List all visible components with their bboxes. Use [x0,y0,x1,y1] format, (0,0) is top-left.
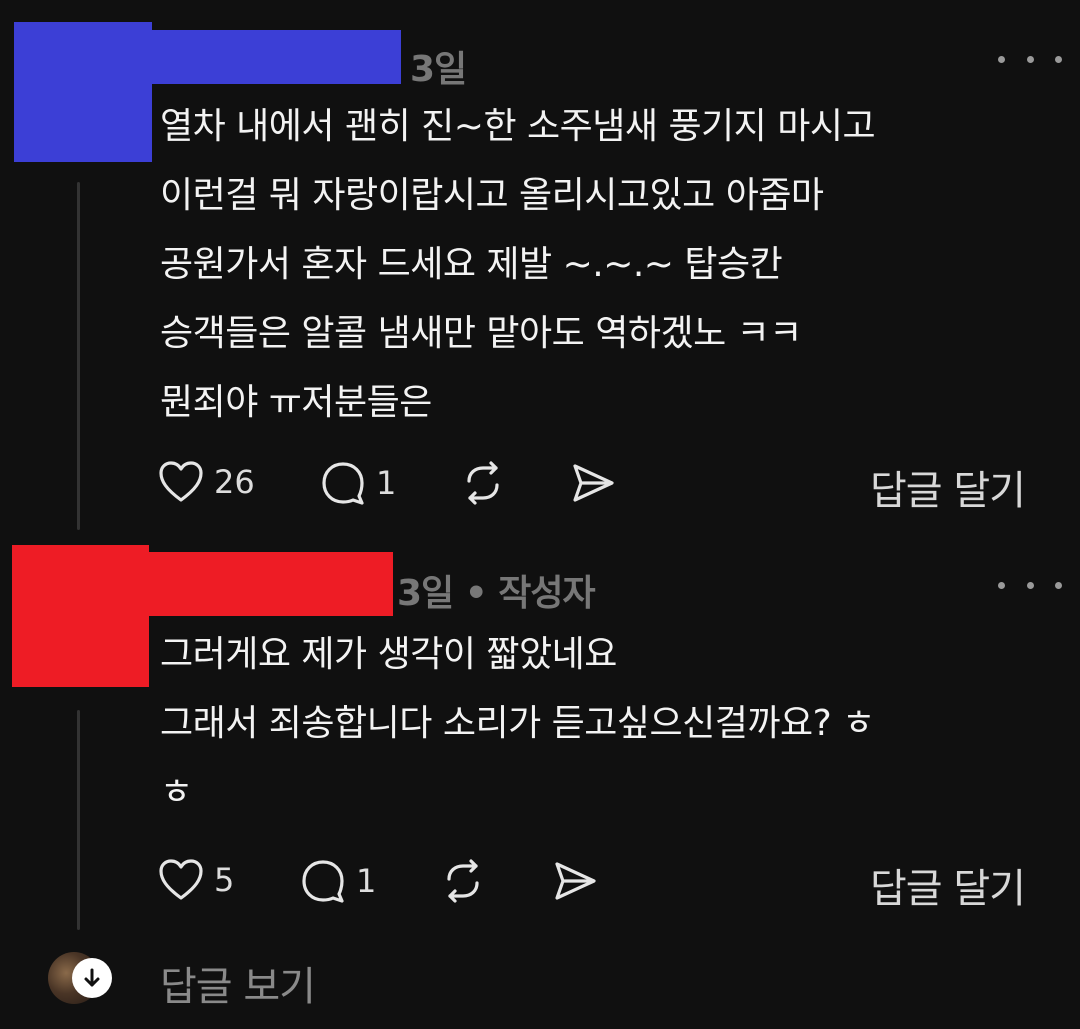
reply-to-comment-button[interactable]: 답글 달기 [870,856,1026,914]
like-count: 26 [214,463,255,501]
view-replies-link[interactable]: 답글 보기 [160,954,316,1012]
repost-button[interactable] [460,460,506,506]
share-button[interactable] [552,858,598,904]
comment-button[interactable]: 1 [300,858,376,904]
heart-icon [159,461,203,502]
reply-count: 1 [356,862,377,900]
thread-line [77,710,80,930]
like-button[interactable]: 26 [158,460,255,504]
reply-to-comment-button[interactable]: 답글 달기 [870,458,1026,516]
more-dots-icon [998,55,1005,63]
comment-line: 승객들은 알콜 냄새만 맡아도 역하겠노 ㅋㅋ [160,313,802,354]
comment-line: 공원가서 혼자 드세요 제발 ~.~.~ 탑승칸 [160,244,783,285]
redacted-username-box [14,30,401,84]
comment-timestamp: 3일 • 작성자 [397,564,596,616]
thread-line [77,182,80,530]
heart-icon [159,859,203,900]
comment-bubble-icon [322,462,364,505]
time-text: 3일 [397,573,454,614]
repost-button[interactable] [440,858,486,904]
repost-icon [447,859,479,903]
reply-count: 1 [376,464,397,502]
more-options-button[interactable] [998,44,1062,74]
comment-line: ㅎ [160,772,193,813]
comment-line: 열차 내에서 괜히 진~한 소주냄새 풍기지 마시고 [160,106,876,147]
more-dots-icon [998,581,1005,589]
more-options-button[interactable] [998,570,1062,600]
share-button[interactable] [570,460,616,506]
send-icon [573,464,614,502]
comment-line: 그래서 죄송합니다 소리가 듣고싶으신걸까요? ㅎ [160,703,875,744]
comment-line: 그러게요 제가 생각이 짧았네요 [160,634,617,675]
time-text: 3일 [410,49,467,90]
expand-replies-button[interactable] [72,958,112,998]
repost-icon [467,461,499,505]
author-tag: • 작성자 [464,573,596,614]
comment-line: 뭔죄야 ㅠ저분들은 [160,382,432,423]
comment-timestamp: 3일 [410,40,467,92]
comment-body: 열차 내에서 괜히 진~한 소주냄새 풍기지 마시고 이런걸 뭐 자랑이랍시고 … [160,92,876,437]
comment-body: 그러게요 제가 생각이 짧았네요 그래서 죄송합니다 소리가 듣고싶으신걸까요?… [160,620,875,827]
like-count: 5 [214,861,235,899]
like-button[interactable]: 5 [158,858,234,902]
arrow-down-icon [84,968,100,987]
comment-line: 이런걸 뭐 자랑이랍시고 올리시고있고 아줌마 [160,175,824,216]
send-icon [555,862,596,900]
redacted-username-box [12,552,393,616]
comment-bubble-icon [302,860,344,903]
comment-button[interactable]: 1 [320,460,396,506]
